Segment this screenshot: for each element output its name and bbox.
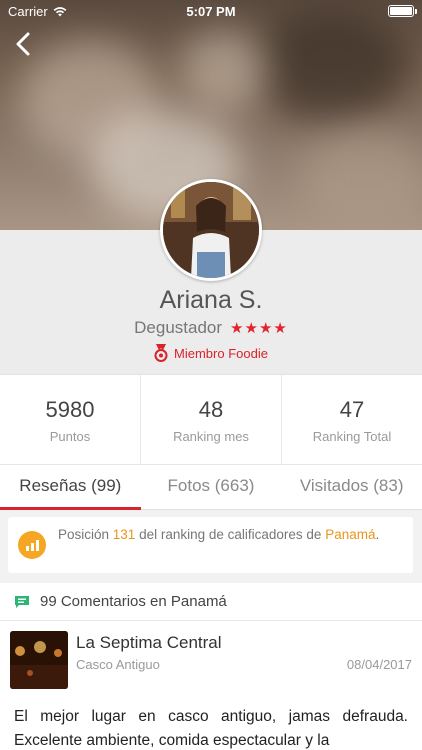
stat-value: 48 — [198, 397, 224, 422]
stat-label: Ranking Total — [312, 429, 392, 444]
review-date: 08/04/2017 — [346, 657, 412, 672]
rank-row: Degustador ★★★★ — [0, 318, 422, 338]
profile-name: Ariana S. — [159, 286, 263, 314]
stat-label: Ranking mes — [173, 429, 249, 444]
rating-stars: ★★★★ — [230, 320, 288, 337]
review-card[interactable]: La Septima Central Casco Antiguo 08/04/2… — [0, 621, 422, 750]
stat-total-ranking: 47 Ranking Total — [282, 375, 422, 464]
tab-photos[interactable]: Fotos (663) — [141, 465, 282, 509]
member-label: Miembro Foodie — [174, 345, 268, 361]
tab-visited[interactable]: Visitados (83) — [281, 465, 422, 509]
stats-bar: 5980 Puntos 48 Ranking mes 47 Ranking To… — [0, 374, 422, 464]
stat-points: 5980 Puntos — [0, 375, 141, 464]
chevron-left-icon — [16, 32, 30, 56]
avatar — [160, 179, 262, 281]
restaurant-name[interactable]: La Septima Central — [76, 633, 222, 653]
ranking-place: Panamá — [325, 527, 376, 542]
tab-bar: Reseñas (99) Fotos (663) Visitados (83) — [0, 464, 422, 510]
restaurant-location: Casco Antiguo — [76, 657, 160, 672]
restaurant-thumbnail[interactable] — [10, 631, 68, 689]
ranking-position: 131 — [112, 527, 136, 542]
stat-monthly-ranking: 48 Ranking mes — [141, 375, 282, 464]
comments-count: 99 Comentarios en Panamá — [40, 593, 227, 610]
ranking-banner[interactable]: Posición 131 del ranking de calificadore… — [8, 517, 413, 573]
ranking-text: Posición 131 del ranking de calificadore… — [58, 527, 380, 542]
chat-bubble-icon — [15, 595, 29, 608]
bar-chart-icon — [18, 531, 46, 559]
review-body: El mejor lugar en casco antiguo, jamas d… — [14, 708, 408, 749]
comments-header: 99 Comentarios en Panamá — [0, 583, 422, 621]
member-badge: Miembro Foodie — [0, 344, 422, 362]
rank-label: Degustador — [134, 318, 223, 337]
stat-value: 47 — [339, 397, 365, 422]
tab-reviews[interactable]: Reseñas (99) — [0, 465, 141, 510]
status-bar: Carrier 5:07 PM — [0, 0, 422, 22]
back-button[interactable] — [12, 30, 36, 58]
medal-icon — [154, 344, 168, 362]
stat-value: 5980 — [45, 397, 95, 422]
clock: 5:07 PM — [186, 3, 236, 19]
battery-icon — [388, 5, 417, 17]
stat-label: Puntos — [49, 429, 91, 444]
